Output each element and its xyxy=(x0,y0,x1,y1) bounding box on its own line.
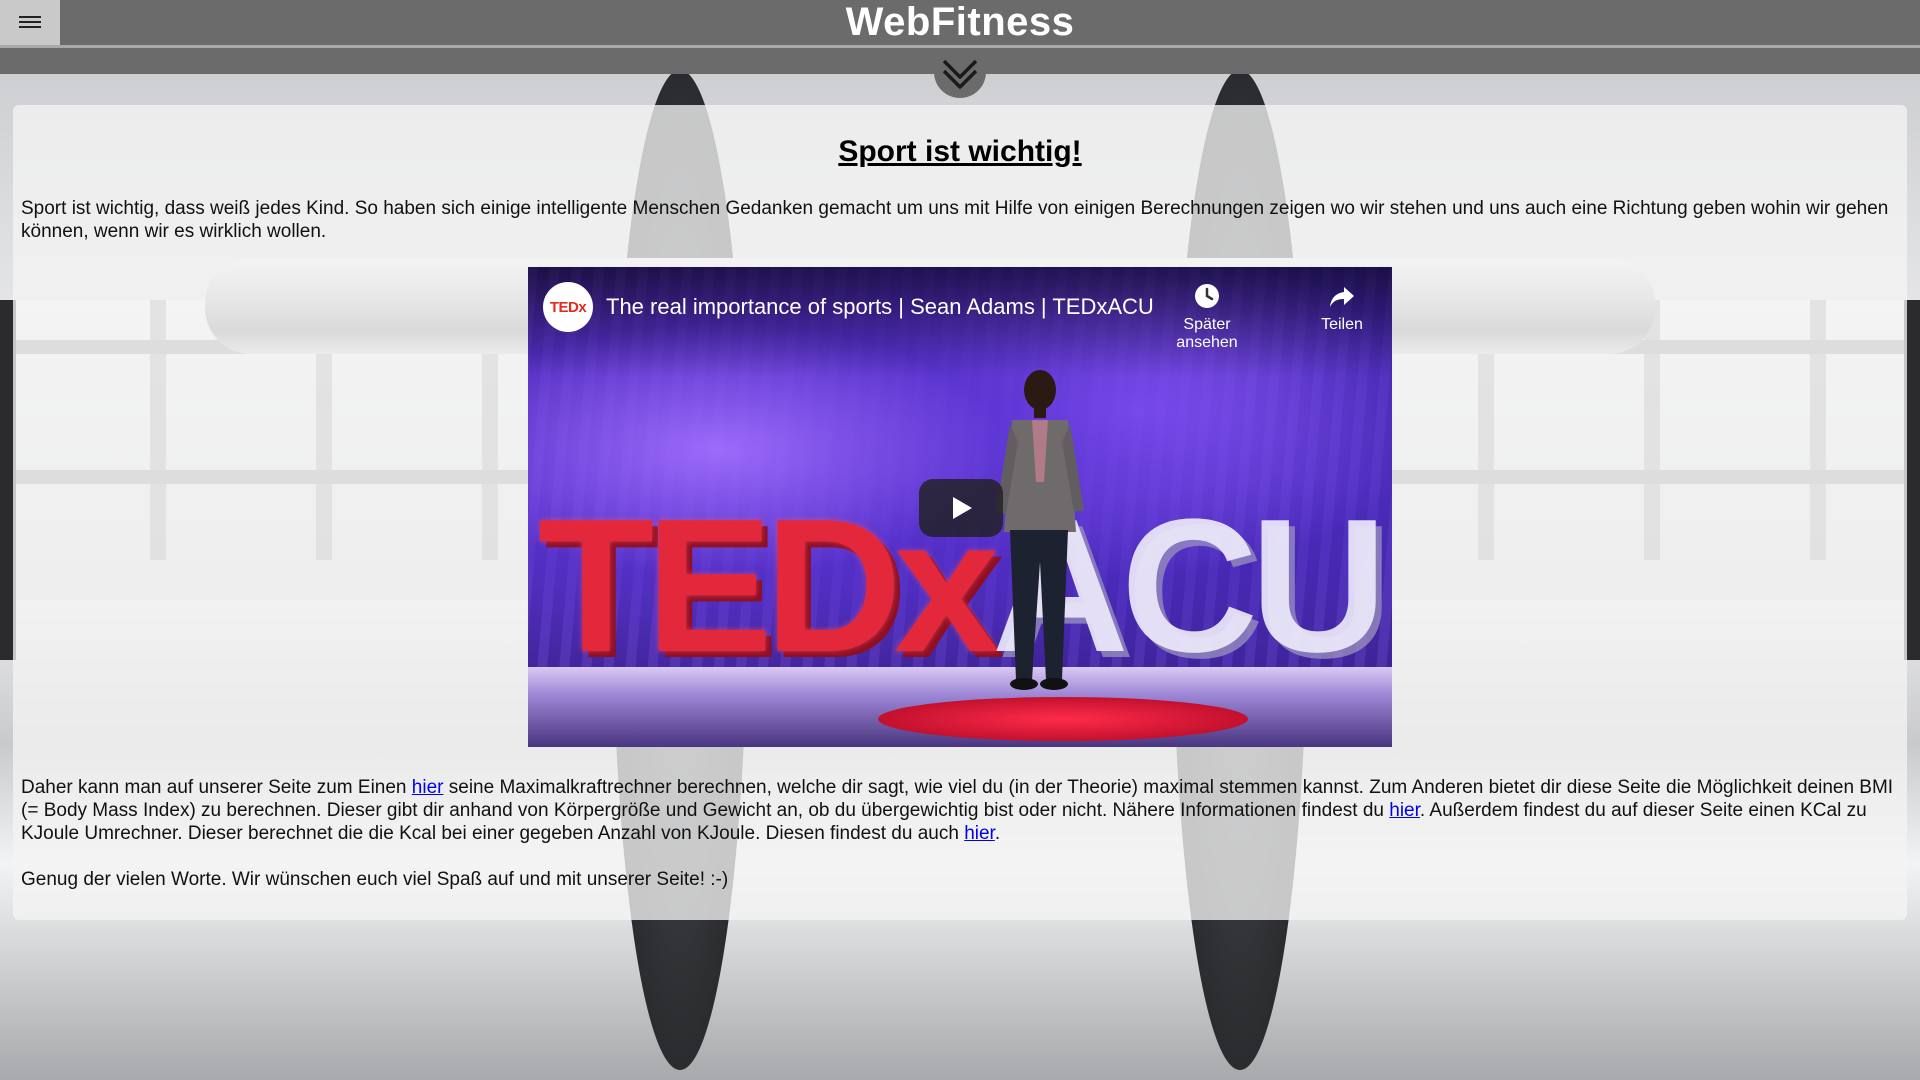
video-speaker xyxy=(996,370,1084,690)
closing-paragraph: Genug der vielen Worte. Wir wünschen euc… xyxy=(21,869,729,890)
play-button[interactable] xyxy=(919,479,1003,537)
top-navbar: WebFitness xyxy=(0,0,1920,48)
video-embed[interactable]: TEDxACU TEDx The real importance of spor… xyxy=(528,267,1392,747)
content-card: Sport ist wichtig! Sport ist wichtig, da… xyxy=(13,105,1907,920)
watch-later-button[interactable]: Später ansehen xyxy=(1154,282,1260,352)
video-top-overlay xyxy=(528,267,1392,377)
share-label: Teilen xyxy=(1321,316,1363,333)
max-strength-calculator-link[interactable]: hier xyxy=(412,777,444,798)
share-arrow-icon xyxy=(1330,287,1354,307)
scroll-down-button[interactable] xyxy=(934,52,986,98)
video-stage-rug xyxy=(878,697,1248,741)
video-title[interactable]: The real importance of sports | Sean Ada… xyxy=(606,294,1154,320)
body-paragraph: Daher kann man auf unserer Seite zum Ein… xyxy=(21,777,1894,844)
kcal-kjoule-converter-link[interactable]: hier xyxy=(964,823,995,844)
share-button[interactable]: Teilen xyxy=(1310,282,1374,334)
clock-icon xyxy=(1195,284,1219,308)
page-heading: Sport ist wichtig! xyxy=(838,135,1082,168)
intro-paragraph: Sport ist wichtig, dass weiß jedes Kind.… xyxy=(21,198,1889,242)
play-icon xyxy=(953,497,972,519)
site-title: WebFitness xyxy=(845,0,1075,44)
double-chevron-down-icon xyxy=(942,59,978,89)
bmi-calculator-link[interactable]: hier xyxy=(1389,800,1420,821)
menu-button[interactable] xyxy=(0,0,60,45)
channel-logo[interactable]: TEDx xyxy=(543,282,593,332)
watch-later-label: Später ansehen xyxy=(1176,316,1238,351)
